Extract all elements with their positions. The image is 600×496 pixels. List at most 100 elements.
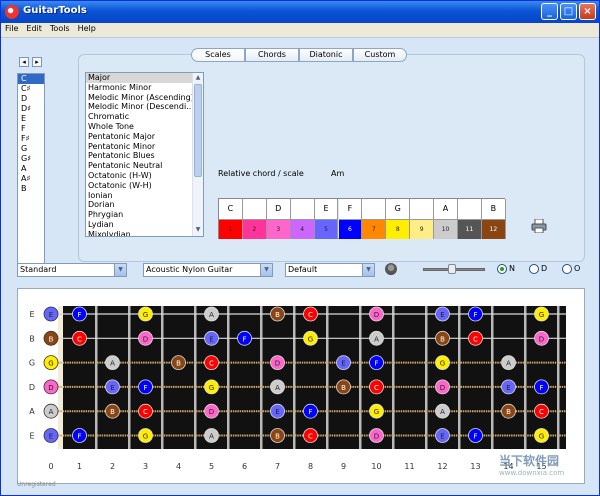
note-marker-label: F [77, 311, 81, 319]
note-item[interactable]: A♯ [18, 174, 44, 184]
chromatic-note-label: B [481, 199, 506, 219]
maximize-button[interactable]: □ [560, 3, 577, 20]
scale-item[interactable]: Phrygian [86, 210, 192, 220]
note-marker-label: G [539, 311, 544, 319]
scale-item[interactable]: Octatonic (W-H) [86, 181, 192, 191]
tab-chords[interactable]: Chords [245, 48, 299, 62]
scale-item[interactable]: Harmonic Minor [86, 83, 192, 93]
scroll-up-icon[interactable]: ▲ [194, 74, 202, 83]
menu-edit[interactable]: Edit [22, 23, 46, 34]
note-item[interactable]: C [18, 74, 44, 84]
scale-list[interactable]: Major Harmonic Minor Melodic Minor (Ascend… [85, 72, 204, 237]
menu-tools[interactable]: Tools [46, 23, 74, 34]
note-item[interactable]: D♯ [18, 104, 44, 114]
main-content: ◂ ▸ C C♯ D D♯ E F F♯ G G♯ A A♯ B Scales Chords Diat… [1, 37, 599, 495]
scale-item[interactable]: Ionian [86, 191, 192, 201]
note-item[interactable]: F [18, 124, 44, 134]
window-title: GuitarTools [23, 5, 87, 16]
scale-item[interactable]: Dorian [86, 200, 192, 210]
note-item[interactable]: C♯ [18, 84, 44, 94]
chevron-down-icon[interactable]: ▼ [362, 264, 374, 276]
speaker-icon[interactable] [385, 263, 397, 275]
menu-bar: File Edit Tools Help [1, 23, 599, 37]
note-item[interactable]: G [18, 144, 44, 154]
scale-item[interactable]: Lydian [86, 220, 192, 230]
scale-item[interactable]: Whole Tone [86, 122, 192, 132]
scale-scrollbar[interactable]: ▲ ▼ [192, 73, 203, 236]
tuning-value: Standard [20, 265, 57, 274]
chromatic-degree-cell[interactable]: 8 [386, 219, 411, 239]
root-note-list[interactable]: C C♯ D D♯ E F F♯ G G♯ A A♯ B [17, 73, 45, 274]
chromatic-degree-cell[interactable]: 12 [481, 219, 506, 239]
note-item[interactable]: G♯ [18, 154, 44, 164]
scale-item[interactable]: Melodic Minor (Ascending) [86, 93, 192, 103]
volume-slider-thumb[interactable] [448, 264, 456, 274]
watermark-main: 当下软件园 [499, 454, 560, 468]
chromatic-degree-cell[interactable]: 5 [314, 219, 339, 239]
note-item[interactable]: A [18, 164, 44, 174]
scroll-down-icon[interactable]: ▼ [194, 226, 202, 235]
scale-item[interactable]: Pentatonic Minor [86, 142, 192, 152]
chromatic-degree-cell[interactable]: 11 [458, 219, 482, 239]
fret-wire [95, 306, 98, 449]
fret-wire [326, 306, 329, 449]
sound-value: Default [288, 265, 318, 274]
note-marker-label: A [506, 360, 511, 368]
string-label: B [29, 334, 35, 343]
status-text: Unregistered [17, 481, 56, 488]
scale-item[interactable]: Pentatonic Neutral [86, 161, 192, 171]
chromatic-degree-cell[interactable]: 2 [242, 219, 267, 239]
chevron-down-icon[interactable]: ▼ [260, 264, 272, 276]
chevron-down-icon[interactable]: ▼ [114, 264, 126, 276]
scale-item[interactable]: Chromatic [86, 112, 192, 122]
sound-select[interactable]: Default ▼ [285, 263, 375, 277]
scale-item[interactable]: Octatonic (H-W) [86, 171, 192, 181]
scale-item[interactable]: Melodic Minor (Descendi... [86, 102, 192, 112]
fret-wire [458, 306, 461, 449]
scale-item[interactable]: Pentatonic Blues [86, 151, 192, 161]
close-button[interactable]: × [579, 3, 596, 20]
scale-item[interactable]: Pentatonic Major [86, 132, 192, 142]
menu-help[interactable]: Help [74, 23, 100, 34]
fret-number: 9 [341, 462, 346, 471]
note-marker-label: G [209, 384, 214, 392]
radio-d[interactable] [529, 264, 539, 274]
chromatic-degree-cell[interactable]: 4 [290, 219, 315, 239]
radio-o[interactable] [562, 264, 572, 274]
scroll-thumb[interactable] [194, 84, 202, 177]
note-marker-label: C [209, 360, 214, 368]
note-marker-label: G [440, 360, 445, 368]
back-arrow-icon[interactable]: ◂ [19, 57, 29, 67]
scale-item[interactable]: Mixolydian [86, 230, 192, 236]
chromatic-degree-cell[interactable]: 1 [219, 219, 243, 239]
note-marker-label: A [49, 408, 54, 416]
note-marker-label: E [209, 335, 213, 343]
printer-icon[interactable] [531, 219, 547, 233]
instrument-select[interactable]: Acoustic Nylon Guitar ▼ [143, 263, 273, 277]
radio-n-label: N [509, 264, 515, 273]
note-item[interactable]: B [18, 184, 44, 194]
menu-file[interactable]: File [1, 23, 22, 34]
string-label: E [29, 432, 34, 441]
tuning-select[interactable]: Standard ▼ [17, 263, 127, 277]
chromatic-degree-cell[interactable]: 6 [338, 219, 363, 239]
chromatic-degree-cell[interactable]: 7 [362, 219, 387, 239]
title-bar[interactable]: GuitarTools _ □ × [1, 1, 599, 23]
minimize-button[interactable]: _ [541, 3, 558, 20]
note-item[interactable]: D [18, 94, 44, 104]
chromatic-degree-cell[interactable]: 3 [266, 219, 291, 239]
radio-n[interactable] [497, 264, 507, 274]
note-item[interactable]: E [18, 114, 44, 124]
scale-item[interactable]: Major [86, 73, 192, 83]
note-marker-label: D [374, 433, 379, 441]
string-label: E [29, 310, 34, 319]
note-marker-label: B [341, 384, 346, 392]
chromatic-degree-cell[interactable]: 9 [410, 219, 435, 239]
chromatic-degree-cell[interactable]: 10 [434, 219, 458, 239]
tab-custom[interactable]: Custom [353, 48, 407, 62]
tab-diatonic[interactable]: Diatonic [299, 48, 353, 62]
tab-scales[interactable]: Scales [191, 48, 245, 62]
note-marker-label: C [77, 335, 82, 343]
forward-arrow-icon[interactable]: ▸ [32, 57, 42, 67]
note-item[interactable]: F♯ [18, 134, 44, 144]
